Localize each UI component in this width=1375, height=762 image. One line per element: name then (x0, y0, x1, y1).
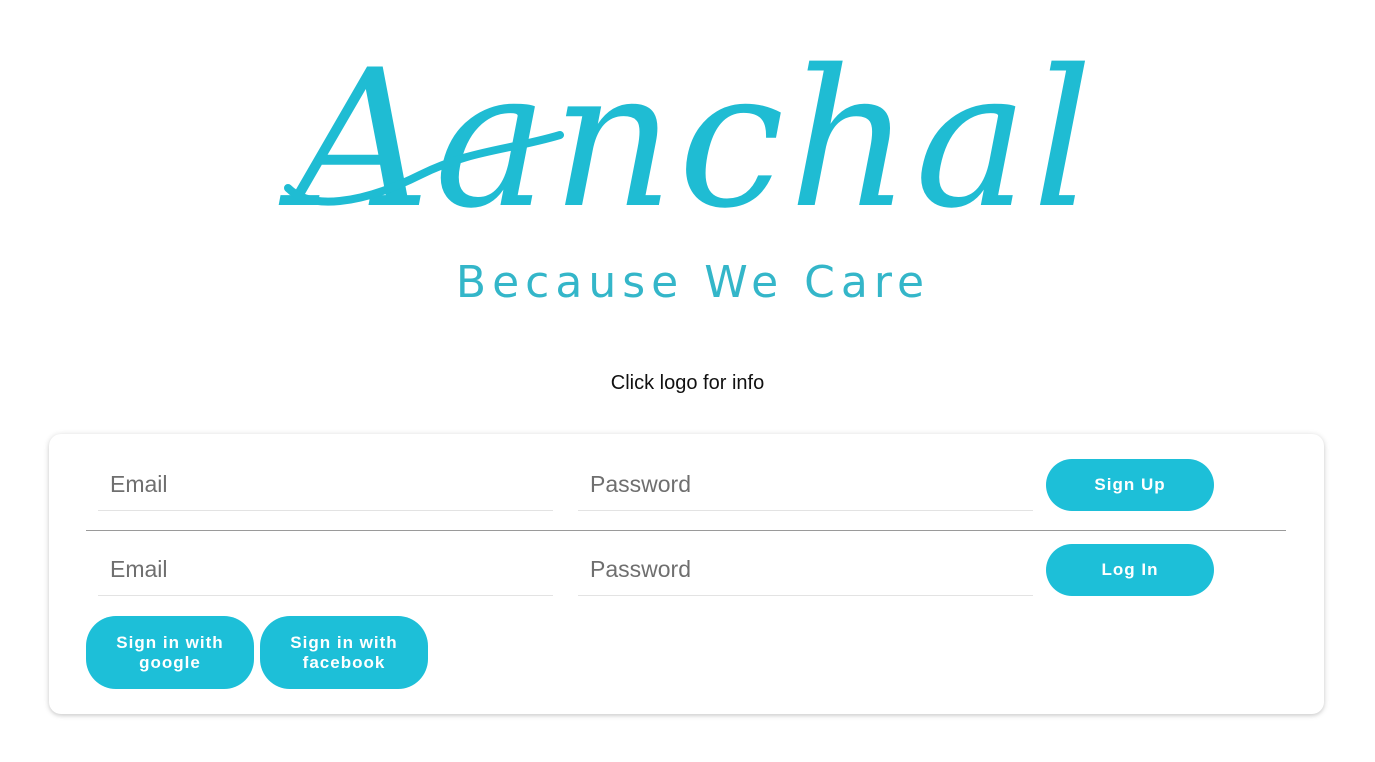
google-sign-in-button[interactable]: Sign in with google (86, 616, 254, 689)
log-in-button[interactable]: Log In (1046, 544, 1214, 596)
login-page: Aanchal Because We Care Click logo for i… (0, 0, 1375, 762)
facebook-sign-in-button[interactable]: Sign in with facebook (260, 616, 428, 689)
signup-email-input[interactable] (98, 459, 553, 511)
logo[interactable]: Aanchal Because We Care (270, 10, 1120, 320)
logo-info-hint: Click logo for info (610, 372, 765, 394)
signup-password-input[interactable] (578, 459, 1033, 511)
form-divider (86, 530, 1286, 531)
login-password-input[interactable] (578, 544, 1033, 596)
login-email-input[interactable] (98, 544, 553, 596)
logo-script-text: Aanchal (278, 29, 1097, 250)
sign-up-button[interactable]: Sign Up (1046, 459, 1214, 511)
logo-tagline: Because We Care (456, 257, 930, 308)
auth-card: Sign Up Log In Sign in with google Sign … (49, 434, 1324, 714)
logo-image: Aanchal Because We Care (278, 29, 1097, 308)
